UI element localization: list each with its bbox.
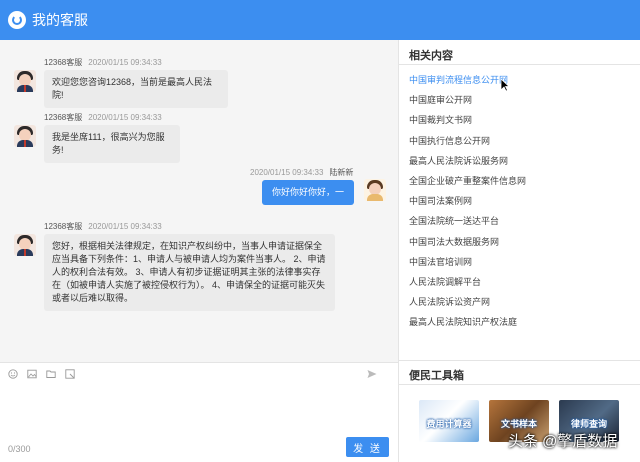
sender-name: 陆新新 bbox=[329, 168, 354, 177]
related-link[interactable]: 中国庭审公开网 bbox=[409, 92, 629, 112]
my-message-bubble: 你好你好你好，一 bbox=[262, 180, 354, 205]
image-icon[interactable] bbox=[27, 369, 37, 379]
user-avatar bbox=[364, 179, 386, 201]
tool-card-label: 律师查询 bbox=[570, 419, 607, 429]
agent-avatar bbox=[14, 70, 36, 92]
chat-panel[interactable]: 12368客服 2020/01/15 09:34:33 欢迎您您咨询12368，当… bbox=[0, 40, 398, 362]
panel-divider bbox=[398, 40, 399, 462]
app-logo-icon bbox=[8, 11, 26, 29]
tool-card-fee-calculator[interactable]: 费用计算器 bbox=[419, 400, 479, 442]
tool-card-label: 费用计算器 bbox=[426, 419, 472, 429]
message-meta: 2020/01/15 09:34:33 陆新新 bbox=[250, 167, 353, 178]
related-link[interactable]: 人民法院调解平台 bbox=[409, 274, 629, 294]
message-meta: 12368客服 2020/01/15 09:34:33 bbox=[44, 221, 162, 232]
related-link[interactable]: 最高人民法院诉讼服务网 bbox=[409, 153, 629, 173]
related-link[interactable]: 中国审判流程信息公开网 bbox=[409, 72, 629, 92]
message-time: 2020/01/15 09:34:33 bbox=[88, 58, 162, 67]
composer-toolbar bbox=[0, 362, 398, 384]
folder-icon[interactable] bbox=[46, 369, 56, 379]
agent-avatar bbox=[14, 125, 36, 147]
app-header: 我的客服 bbox=[0, 0, 640, 40]
agent-avatar bbox=[14, 234, 36, 256]
message-time: 2020/01/15 09:34:33 bbox=[250, 168, 324, 177]
related-link[interactable]: 中国法官培训网 bbox=[409, 254, 629, 274]
mouse-cursor-icon bbox=[500, 78, 510, 92]
section-divider bbox=[399, 64, 640, 65]
sender-name: 12368客服 bbox=[44, 222, 83, 231]
message-bubble: 我是坐席111，很高兴为您服务! bbox=[44, 125, 180, 163]
related-link[interactable]: 中国司法大数据服务网 bbox=[409, 234, 629, 254]
related-link[interactable]: 中国裁判文书网 bbox=[409, 112, 629, 132]
related-link[interactable]: 最高人民法院知识产权法庭 bbox=[409, 314, 629, 334]
section-divider bbox=[399, 384, 640, 385]
message-bubble: 欢迎您您咨询12368，当前是最高人民法院! bbox=[44, 70, 228, 108]
sender-name: 12368客服 bbox=[44, 113, 83, 122]
section-divider bbox=[399, 360, 640, 361]
related-link[interactable]: 全国法院统一送达平台 bbox=[409, 213, 629, 233]
message-time: 2020/01/15 09:34:33 bbox=[88, 113, 162, 122]
message-time: 2020/01/15 09:34:33 bbox=[88, 222, 162, 231]
send-arrow-icon[interactable] bbox=[367, 369, 377, 379]
screenshot-icon[interactable] bbox=[65, 368, 75, 379]
message-meta: 12368客服 2020/01/15 09:34:33 bbox=[44, 57, 162, 68]
related-links: 中国审判流程信息公开网 中国庭审公开网 中国裁判文书网 中国执行信息公开网 最高… bbox=[409, 72, 629, 334]
sender-name: 12368客服 bbox=[44, 58, 83, 67]
char-counter: 0/300 bbox=[8, 444, 31, 454]
toolbox-title: 便民工具箱 bbox=[409, 370, 464, 382]
related-link[interactable]: 全国企业破产重整案件信息网 bbox=[409, 173, 629, 193]
page-title: 我的客服 bbox=[32, 12, 88, 28]
watermark: 头条 @擎盾数据 bbox=[508, 433, 618, 450]
related-link[interactable]: 中国执行信息公开网 bbox=[409, 133, 629, 153]
send-button[interactable]: 发 送 bbox=[346, 437, 389, 457]
related-title: 相关内容 bbox=[409, 50, 453, 62]
tool-card-label: 文书样本 bbox=[500, 419, 537, 429]
related-link[interactable]: 人民法院诉讼资产网 bbox=[409, 294, 629, 314]
message-bubble: 您好，根据相关法律规定，在知识产权纠纷中，当事人申请证据保全应当具备下列条件：1… bbox=[44, 234, 335, 311]
message-meta: 12368客服 2020/01/15 09:34:33 bbox=[44, 112, 162, 123]
emoji-icon[interactable] bbox=[8, 368, 18, 379]
related-link[interactable]: 中国司法案例网 bbox=[409, 193, 629, 213]
